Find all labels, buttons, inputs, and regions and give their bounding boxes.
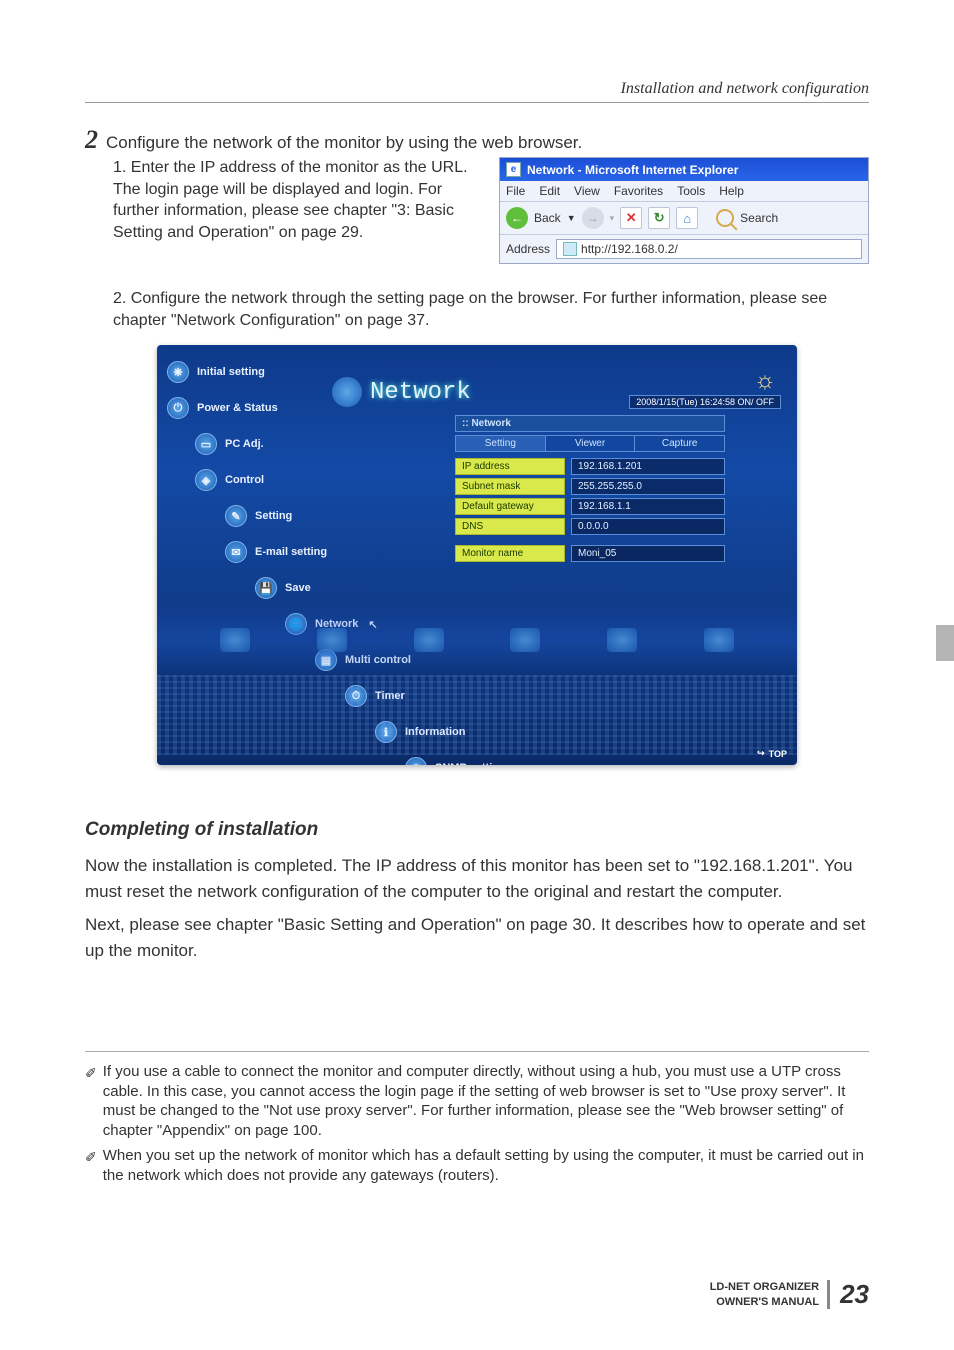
strip-icon bbox=[220, 628, 250, 652]
ip-address-value[interactable]: 192.168.1.201 bbox=[571, 458, 725, 475]
subnet-mask-label: Subnet mask bbox=[455, 478, 565, 495]
strip-icon bbox=[414, 628, 444, 652]
snmp-icon: ⚙ bbox=[405, 757, 427, 765]
ie-address-bar: Address http://192.168.0.2/ bbox=[500, 235, 868, 263]
top-arrow-icon: ↪ bbox=[757, 748, 765, 759]
ie-window-title: Network - Microsoft Internet Explorer bbox=[527, 163, 738, 177]
icon-strip bbox=[157, 605, 797, 675]
step-number: 2 bbox=[85, 125, 98, 155]
tab-setting[interactable]: Setting bbox=[456, 436, 546, 451]
browser-screenshot: e Network - Microsoft Internet Explorer … bbox=[499, 157, 869, 264]
stop-icon[interactable]: ✕ bbox=[620, 207, 642, 229]
forward-icon[interactable]: → bbox=[582, 207, 604, 229]
monitor-name-label: Monitor name bbox=[455, 545, 565, 562]
wrench-icon: ✎ bbox=[225, 505, 247, 527]
tab-capture[interactable]: Capture bbox=[635, 436, 724, 451]
tabs: Setting Viewer Capture bbox=[455, 435, 725, 452]
note-1: ✐ If you use a cable to connect the moni… bbox=[85, 1062, 869, 1140]
note-1-text: If you use a cable to connect the monito… bbox=[103, 1062, 869, 1140]
page-icon bbox=[563, 242, 577, 256]
substep-2-text: 2. Configure the network through the set… bbox=[113, 288, 869, 331]
back-label[interactable]: Back bbox=[534, 211, 561, 225]
address-input[interactable]: http://192.168.0.2/ bbox=[556, 239, 862, 259]
completing-para-2: Next, please see chapter "Basic Setting … bbox=[85, 912, 869, 963]
side-thumb-tab bbox=[936, 625, 954, 661]
strip-icon bbox=[510, 628, 540, 652]
default-gateway-value[interactable]: 192.168.1.1 bbox=[571, 498, 725, 515]
note-icon: ✐ bbox=[85, 1148, 97, 1187]
back-dropdown-icon[interactable]: ▼ bbox=[567, 213, 576, 223]
subnet-mask-value[interactable]: 255.255.255.0 bbox=[571, 478, 725, 495]
scan-lines bbox=[157, 675, 797, 755]
section-title: :: Network bbox=[455, 415, 725, 432]
footer-line-2: OWNER'S MANUAL bbox=[710, 1295, 819, 1309]
ip-address-label: IP address bbox=[455, 458, 565, 475]
menu-edit[interactable]: Edit bbox=[539, 184, 560, 198]
dns-value[interactable]: 0.0.0.0 bbox=[571, 518, 725, 535]
monitor-name-value[interactable]: Moni_05 bbox=[571, 545, 725, 562]
menu-tools[interactable]: Tools bbox=[677, 184, 705, 198]
nav-initial-setting[interactable]: ❋Initial setting bbox=[167, 361, 506, 383]
page-footer: LD-NET ORGANIZER OWNER'S MANUAL 23 bbox=[710, 1279, 869, 1310]
search-icon[interactable] bbox=[716, 209, 734, 227]
address-label: Address bbox=[506, 242, 550, 256]
substep-1-text: 1. Enter the IP address of the monitor a… bbox=[113, 157, 475, 243]
save-icon: 💾 bbox=[255, 577, 277, 599]
strip-icon bbox=[704, 628, 734, 652]
strip-icon bbox=[607, 628, 637, 652]
ie-menu-bar: File Edit View Favorites Tools Help bbox=[500, 181, 868, 202]
fwd-dropdown-icon[interactable]: ▾ bbox=[610, 213, 615, 224]
network-setting-screenshot: ☼ 2008/1/15(Tue) 16:24:58 ON/ OFF Networ… bbox=[157, 345, 797, 765]
nav-snmp-setting[interactable]: ⚙SNMP setting bbox=[405, 757, 506, 765]
back-icon[interactable]: ← bbox=[506, 207, 528, 229]
sun-icon: ☼ bbox=[751, 367, 779, 395]
note-2-text: When you set up the network of monitor w… bbox=[103, 1146, 869, 1185]
menu-favorites[interactable]: Favorites bbox=[614, 184, 663, 198]
footer-line-1: LD-NET ORGANIZER bbox=[710, 1280, 819, 1294]
completing-para-1: Now the installation is completed. The I… bbox=[85, 853, 869, 904]
menu-help[interactable]: Help bbox=[719, 184, 744, 198]
nav-save[interactable]: 💾Save bbox=[255, 577, 506, 599]
running-header: Installation and network configuration bbox=[85, 80, 869, 103]
menu-file[interactable]: File bbox=[506, 184, 525, 198]
refresh-icon[interactable]: ↻ bbox=[648, 207, 670, 229]
strip-icon bbox=[317, 628, 347, 652]
network-form: :: Network Setting Viewer Capture IP add… bbox=[455, 415, 725, 565]
tab-viewer[interactable]: Viewer bbox=[546, 436, 636, 451]
control-icon: ◈ bbox=[195, 469, 217, 491]
page-number: 23 bbox=[840, 1279, 869, 1310]
address-url: http://192.168.0.2/ bbox=[581, 242, 678, 256]
search-label[interactable]: Search bbox=[740, 211, 778, 225]
step-text: Configure the network of the monitor by … bbox=[106, 133, 582, 153]
note-icon: ✐ bbox=[85, 1064, 97, 1142]
monitor-icon: ▭ bbox=[195, 433, 217, 455]
ie-logo-icon: e bbox=[506, 162, 521, 177]
default-gateway-label: Default gateway bbox=[455, 498, 565, 515]
status-bar: 2008/1/15(Tue) 16:24:58 ON/ OFF bbox=[629, 395, 781, 409]
power-icon: ⏻ bbox=[167, 397, 189, 419]
completing-heading: Completing of installation bbox=[85, 819, 869, 841]
note-2: ✐ When you set up the network of monitor… bbox=[85, 1146, 869, 1185]
notes-box: ✐ If you use a cable to connect the moni… bbox=[85, 1051, 869, 1185]
menu-view[interactable]: View bbox=[574, 184, 600, 198]
ie-title-bar: e Network - Microsoft Internet Explorer bbox=[500, 158, 868, 181]
top-link[interactable]: ↪TOP bbox=[757, 748, 787, 759]
step-2-row: 2 Configure the network of the monitor b… bbox=[85, 125, 869, 155]
ie-toolbar: ← Back ▼ → ▾ ✕ ↻ ⌂ Search bbox=[500, 202, 868, 235]
home-icon[interactable]: ⌂ bbox=[676, 207, 698, 229]
gear-icon: ❋ bbox=[167, 361, 189, 383]
dns-label: DNS bbox=[455, 518, 565, 535]
mail-icon: ✉ bbox=[225, 541, 247, 563]
